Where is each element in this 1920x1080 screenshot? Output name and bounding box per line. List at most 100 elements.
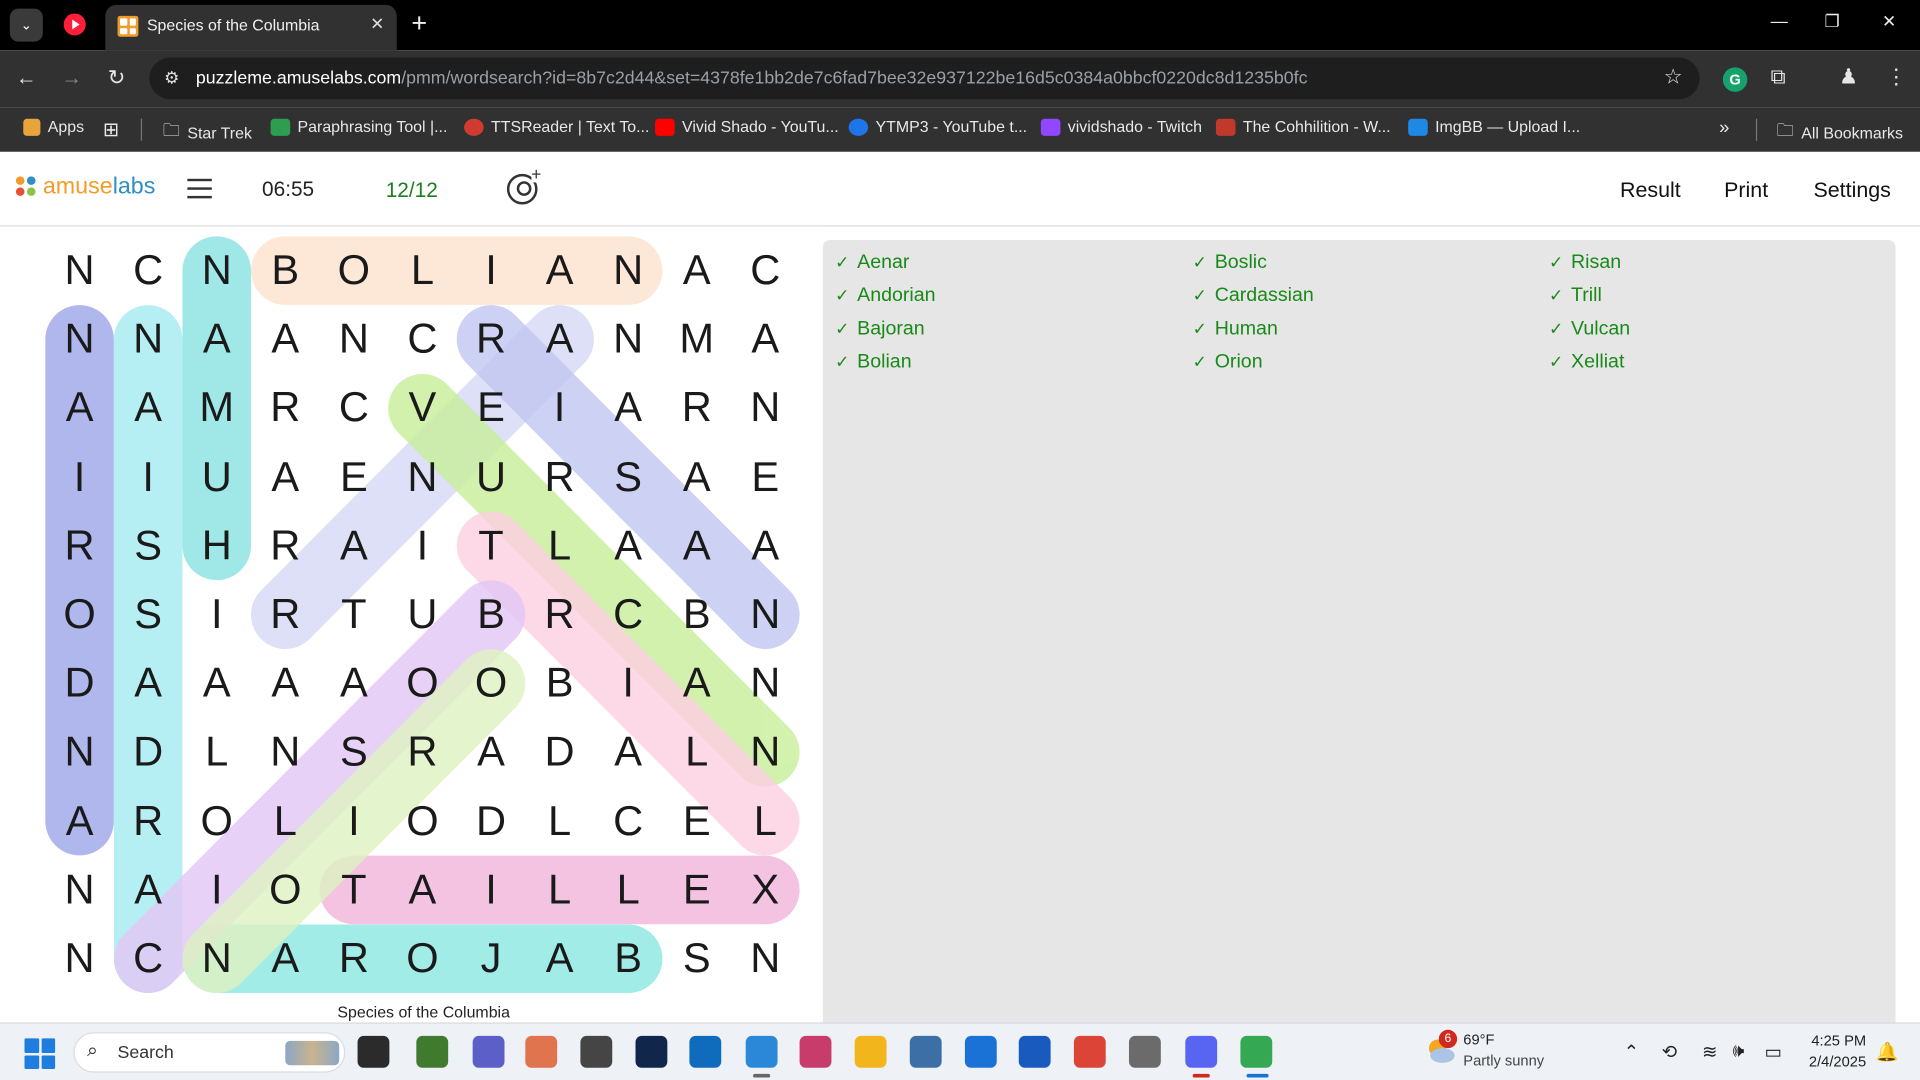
grid-letter-cell[interactable]: N <box>731 583 800 652</box>
word-list-item[interactable]: ✓ Orion <box>1193 345 1314 378</box>
grid-letter-cell[interactable]: A <box>45 789 114 858</box>
word-list-item[interactable]: ✓ Boslic <box>1193 246 1314 279</box>
grid-letter-cell[interactable]: L <box>251 789 320 858</box>
grid-letter-cell[interactable]: B <box>251 239 320 308</box>
grid-letter-cell[interactable]: A <box>251 445 320 514</box>
grid-letter-cell[interactable]: C <box>388 308 457 377</box>
grid-letter-cell[interactable]: B <box>525 652 594 721</box>
grid-letter-cell[interactable]: I <box>457 239 526 308</box>
url-text[interactable]: puzzleme.amuselabs.com/pmm/wordsearch?id… <box>196 69 1308 89</box>
tab-groups-icon[interactable]: ⊞ <box>103 118 119 142</box>
grid-letter-cell[interactable]: L <box>525 858 594 927</box>
word-list-item[interactable]: ✓ Cardassian <box>1193 279 1314 312</box>
pinned-youtube-tab-icon[interactable] <box>63 13 86 36</box>
grid-letter-cell[interactable]: O <box>457 652 526 721</box>
grid-letter-cell[interactable]: R <box>320 927 389 996</box>
tab-search-menu-button[interactable]: ⌄ <box>9 8 43 42</box>
more-bookmarks-chevron-icon[interactable]: » <box>1719 118 1729 139</box>
grid-letter-cell[interactable]: I <box>320 789 389 858</box>
grid-letter-cell[interactable]: T <box>457 514 526 583</box>
tab-active[interactable]: Species of the Columbia ✕ <box>105 4 397 51</box>
file-explorer-icon[interactable] <box>854 1035 887 1068</box>
grid-letter-cell[interactable]: A <box>114 652 183 721</box>
battery-icon[interactable]: ▭ <box>1764 1041 1781 1063</box>
grid-letter-cell[interactable]: O <box>182 789 251 858</box>
forward-arrow-icon[interactable]: → <box>61 66 82 90</box>
grid-letter-cell[interactable]: C <box>594 789 663 858</box>
task-view-icon[interactable] <box>357 1035 390 1068</box>
grid-letter-cell[interactable]: R <box>457 308 526 377</box>
grid-letter-cell[interactable]: N <box>320 308 389 377</box>
grid-letter-cell[interactable]: A <box>525 239 594 308</box>
grid-letter-cell[interactable]: L <box>662 720 731 789</box>
amuselabs-logo[interactable]: amuselabs <box>15 174 155 201</box>
bookmark-apps[interactable]: Apps <box>23 118 84 136</box>
grid-letter-cell[interactable]: L <box>388 239 457 308</box>
timer[interactable]: 06:55 <box>262 178 314 202</box>
grid-letter-cell[interactable]: R <box>251 376 320 445</box>
grid-letter-cell[interactable]: N <box>594 308 663 377</box>
copilot-icon[interactable] <box>525 1035 558 1068</box>
grid-letter-cell[interactable]: N <box>251 720 320 789</box>
grid-letter-cell[interactable]: U <box>388 583 457 652</box>
grid-letter-cell[interactable]: A <box>320 514 389 583</box>
grid-letter-cell[interactable]: I <box>525 376 594 445</box>
grid-letter-cell[interactable]: L <box>525 789 594 858</box>
site-info-icon[interactable]: ⚙ <box>164 67 179 88</box>
grid-letter-cell[interactable]: I <box>182 583 251 652</box>
grid-letter-cell[interactable]: A <box>45 376 114 445</box>
hamburger-menu-icon[interactable] <box>187 178 212 199</box>
grid-letter-cell[interactable]: A <box>320 652 389 721</box>
extensions-puzzle-icon[interactable]: ⧉ <box>1771 65 1786 89</box>
grid-letter-cell[interactable]: A <box>662 239 731 308</box>
show-hidden-icons-chevron-icon[interactable]: ⌃ <box>1624 1041 1639 1063</box>
grid-letter-cell[interactable]: N <box>731 652 800 721</box>
grid-letter-cell[interactable]: I <box>45 445 114 514</box>
grid-letter-cell[interactable]: O <box>388 652 457 721</box>
grid-letter-cell[interactable]: B <box>662 583 731 652</box>
grid-letter-cell[interactable]: O <box>388 789 457 858</box>
grid-letter-cell[interactable]: O <box>251 858 320 927</box>
grid-letter-cell[interactable]: O <box>45 583 114 652</box>
bookmark-paraphrasing-tool[interactable]: Paraphrasing Tool |... <box>270 118 447 136</box>
bookmark-star-trek[interactable]: 🗀 Star Trek <box>163 118 252 147</box>
grid-letter-cell[interactable]: N <box>45 927 114 996</box>
back-arrow-icon[interactable]: ← <box>16 66 37 90</box>
clock-app-icon[interactable] <box>580 1035 613 1068</box>
chrome-icon[interactable] <box>1073 1035 1106 1068</box>
grid-letter-cell[interactable]: D <box>525 720 594 789</box>
grid-letter-cell[interactable]: C <box>114 927 183 996</box>
new-tab-button[interactable]: + <box>411 9 427 37</box>
grid-letter-cell[interactable]: A <box>731 308 800 377</box>
grid-letter-cell[interactable]: A <box>251 927 320 996</box>
notepad-icon[interactable] <box>745 1035 778 1068</box>
bookmark-cohhilition[interactable]: The Cohhilition - W... <box>1215 118 1391 136</box>
grid-letter-cell[interactable]: I <box>594 652 663 721</box>
bookmark-star-icon[interactable]: ☆ <box>1664 65 1683 89</box>
word-list-item[interactable]: ✓ Trill <box>1549 279 1630 312</box>
grid-letter-cell[interactable]: R <box>662 376 731 445</box>
grid-letter-cell[interactable]: B <box>594 927 663 996</box>
teams-icon[interactable] <box>472 1035 505 1068</box>
discord-icon[interactable] <box>1185 1035 1218 1068</box>
grid-letter-cell[interactable]: N <box>731 376 800 445</box>
grid-letter-cell[interactable]: C <box>114 239 183 308</box>
grid-letter-cell[interactable]: N <box>45 308 114 377</box>
grid-letter-cell[interactable]: N <box>45 720 114 789</box>
grid-letter-cell[interactable]: R <box>251 514 320 583</box>
grid-letter-cell[interactable]: E <box>731 445 800 514</box>
word-list-item[interactable]: ✓ Risan <box>1549 246 1630 279</box>
grid-letter-cell[interactable]: A <box>251 652 320 721</box>
grid-letter-cell[interactable]: R <box>525 445 594 514</box>
grid-letter-cell[interactable]: X <box>731 858 800 927</box>
grid-letter-cell[interactable]: N <box>182 239 251 308</box>
grid-letter-cell[interactable]: R <box>388 720 457 789</box>
grid-letter-cell[interactable]: A <box>182 652 251 721</box>
calculator-icon[interactable] <box>909 1035 942 1068</box>
word-list-item[interactable]: ✓ Vulcan <box>1549 312 1630 345</box>
grid-letter-cell[interactable]: J <box>457 927 526 996</box>
notifications-bell-icon[interactable]: 🔔 <box>1876 1041 1899 1063</box>
grid-letter-cell[interactable]: D <box>457 789 526 858</box>
grid-letter-cell[interactable]: O <box>388 927 457 996</box>
grid-letter-cell[interactable]: N <box>182 927 251 996</box>
